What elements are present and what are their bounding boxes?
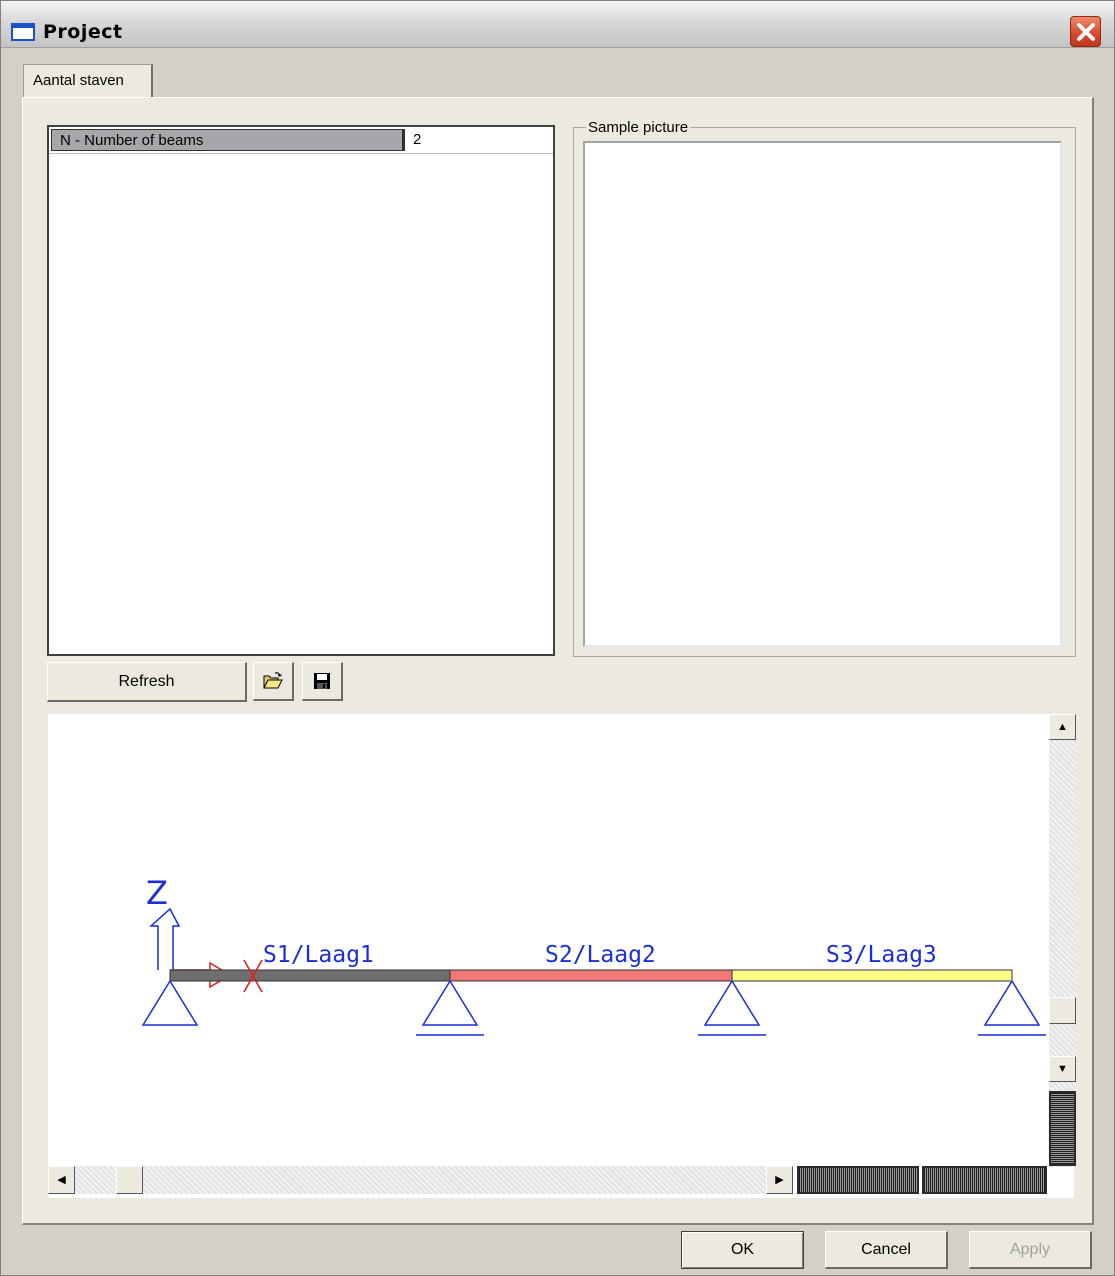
horizontal-scrollbar[interactable] — [48, 1166, 790, 1194]
arrow-up-icon: ▲ — [1057, 720, 1068, 733]
beam-label-s2: S2/Laag2 — [545, 942, 656, 968]
scroll-right-button[interactable]: ▶ — [766, 1166, 793, 1194]
property-row[interactable]: N - Number of beams 2 — [49, 129, 553, 154]
close-button[interactable] — [1070, 16, 1101, 47]
floppy-disk-icon — [314, 673, 330, 689]
support-icon — [978, 979, 1046, 1036]
arrow-left-icon: ◀ — [57, 1173, 66, 1186]
beam-label-s3: S3/Laag3 — [826, 942, 937, 968]
sample-picture-group: Sample picture — [573, 119, 1076, 657]
vertical-split-handle[interactable] — [1049, 1091, 1076, 1166]
horizontal-scroll-thumb[interactable] — [116, 1166, 143, 1194]
apply-button[interactable]: Apply — [969, 1231, 1092, 1269]
save-button[interactable] — [302, 662, 343, 701]
support-icon — [141, 979, 199, 1026]
sample-picture-label: Sample picture — [586, 119, 691, 136]
cancel-button[interactable]: Cancel — [825, 1231, 948, 1269]
close-icon — [1077, 23, 1095, 41]
arrow-down-icon: ▼ — [1057, 1062, 1068, 1075]
scroll-down-button[interactable]: ▼ — [1049, 1056, 1076, 1082]
folder-open-icon — [263, 672, 283, 689]
window-icon — [11, 23, 35, 41]
title-bar: Project — [1, 1, 1114, 48]
refresh-button[interactable]: Refresh — [47, 662, 247, 702]
vertical-scroll-thumb[interactable] — [1049, 997, 1076, 1024]
ok-button[interactable]: OK — [681, 1231, 804, 1269]
window-title: Project — [43, 21, 123, 43]
arrow-right-icon: ▶ — [775, 1173, 784, 1186]
beam-label-s1: S1/Laag1 — [263, 942, 374, 968]
z-axis-arrow: Z — [146, 874, 181, 970]
horizontal-split-handle[interactable] — [797, 1166, 919, 1194]
property-grid: N - Number of beams 2 — [47, 125, 555, 656]
support-icon — [698, 979, 766, 1036]
z-axis-label: Z — [146, 874, 168, 912]
beam-s1 — [169, 969, 451, 982]
property-name: N - Number of beams — [51, 129, 405, 151]
beam-diagram-canvas[interactable]: Z S1/Laag1 S2/Laag2 S3/Laag3 — [48, 714, 1074, 1198]
horizontal-split-handle[interactable] — [922, 1166, 1047, 1194]
scroll-up-button[interactable]: ▲ — [1049, 714, 1076, 740]
support-icon — [416, 979, 484, 1036]
beam-diagram: Z S1/Laag1 S2/Laag2 S3/Laag3 — [141, 874, 1046, 1036]
property-value-input[interactable]: 2 — [413, 129, 421, 153]
scroll-left-button[interactable]: ◀ — [48, 1166, 75, 1194]
beam-s3 — [731, 969, 1013, 982]
tab-aantal-staven[interactable]: Aantal staven — [23, 64, 153, 98]
open-button[interactable] — [253, 662, 294, 701]
beam-s2 — [449, 969, 733, 982]
sample-picture-area — [583, 141, 1062, 647]
